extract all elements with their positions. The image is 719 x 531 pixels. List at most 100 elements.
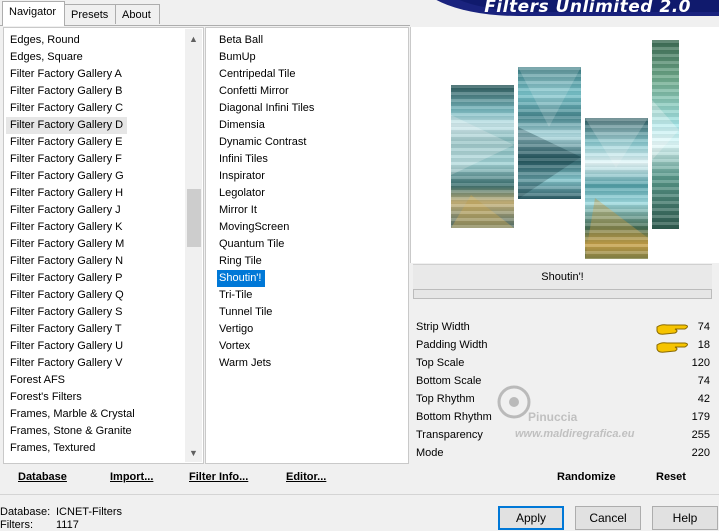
preview-strip-4	[652, 40, 679, 229]
parameter-value: 74	[697, 321, 710, 333]
filter-item[interactable]: Inspirator	[219, 168, 265, 185]
parameter-label: Strip Width	[416, 321, 470, 333]
category-list[interactable]: Edges, Round Edges, Square Filter Factory …	[3, 27, 204, 464]
filter-item[interactable]: Infini Tiles	[219, 151, 268, 168]
parameter-label: Top Scale	[416, 357, 465, 369]
category-item[interactable]: Frames, Marble & Crystal	[10, 406, 135, 423]
parameter-value: 220	[691, 447, 710, 459]
filter-item[interactable]: Centripedal Tile	[219, 66, 295, 83]
filter-item[interactable]: Quantum Tile	[219, 236, 284, 253]
parameter-value: 18	[697, 339, 710, 351]
parameter-row[interactable]: Top Scale 120	[414, 354, 712, 372]
tab-about[interactable]: About	[115, 4, 160, 24]
category-item[interactable]: Filter Factory Gallery D	[6, 117, 128, 134]
editor-button[interactable]: Editor...	[286, 471, 326, 483]
category-item[interactable]: Filter Factory Gallery U	[10, 338, 123, 355]
parameter-label: Bottom Scale	[416, 375, 482, 387]
database-button[interactable]: Database	[18, 471, 67, 483]
category-item[interactable]: Filter Factory Gallery Q	[10, 287, 124, 304]
category-item[interactable]: Filter Factory Gallery V	[10, 355, 122, 372]
scroll-up-icon[interactable]: ▲	[185, 31, 202, 47]
filter-item[interactable]: Beta Ball	[219, 32, 263, 49]
parameter-label: Top Rhythm	[416, 393, 475, 405]
category-item[interactable]: Filter Factory Gallery A	[10, 66, 122, 83]
watermark-name: Pinuccia	[528, 410, 578, 424]
category-item[interactable]: Frames, Textured	[10, 440, 95, 457]
preview-strip-3	[585, 118, 648, 259]
parameter-value: 120	[691, 357, 710, 369]
filter-info-button[interactable]: Filter Info...	[189, 471, 248, 483]
preview-strip-2	[518, 67, 581, 199]
category-item[interactable]: Forest's Filters	[10, 389, 82, 406]
status-database-value: ICNET-Filters	[56, 506, 122, 518]
preview-strip-1	[451, 85, 514, 228]
filter-item[interactable]: Dimensia	[219, 117, 265, 134]
parameter-value: 255	[691, 429, 710, 441]
status-divider	[0, 494, 719, 495]
parameter-label: Mode	[416, 447, 444, 459]
import-button[interactable]: Import...	[110, 471, 153, 483]
preview-filter-name: Shoutin'!	[541, 271, 584, 283]
category-item[interactable]: Filter Factory Gallery G	[10, 168, 124, 185]
tab-strip: Navigator Presets About	[0, 0, 420, 26]
filter-name-bar: Shoutin'!	[413, 264, 712, 290]
filter-item[interactable]: Legolator	[219, 185, 265, 202]
parameter-label: Bottom Rhythm	[416, 411, 492, 423]
parameter-value: 74	[697, 375, 710, 387]
filter-item[interactable]: Confetti Mirror	[219, 83, 289, 100]
category-item[interactable]: Filter Factory Gallery B	[10, 83, 122, 100]
category-item[interactable]: Filter Factory Gallery E	[10, 134, 122, 151]
tab-presets[interactable]: Presets	[64, 4, 116, 24]
filter-item[interactable]: Tunnel Tile	[219, 304, 272, 321]
category-item[interactable]: Edges, Round	[10, 32, 80, 49]
parameter-row[interactable]: Mode 220	[414, 444, 712, 462]
help-button[interactable]: Help	[652, 506, 718, 530]
filter-item[interactable]: Ring Tile	[219, 253, 262, 270]
filter-item[interactable]: Dynamic Contrast	[219, 134, 306, 151]
apply-button[interactable]: Apply	[498, 506, 564, 530]
parameter-row[interactable]: Bottom Scale 74	[414, 372, 712, 390]
preview-panel	[410, 27, 719, 263]
status-filters-label: Filters:	[0, 519, 33, 531]
filter-item[interactable]: BumUp	[219, 49, 256, 66]
category-item[interactable]: Filter Factory Gallery P	[10, 270, 122, 287]
scroll-down-icon[interactable]: ▼	[185, 445, 202, 461]
filter-item[interactable]: MovingScreen	[219, 219, 289, 236]
app-banner: Filters Unlimited 2.0	[418, 0, 719, 17]
filter-list[interactable]: Beta Ball BumUp Centripedal Tile Confetti M…	[205, 27, 409, 464]
parameter-label: Padding Width	[416, 339, 488, 351]
filter-item[interactable]: Warm Jets	[219, 355, 271, 372]
filter-item[interactable]: Mirror It	[219, 202, 257, 219]
filter-item[interactable]: Diagonal Infini Tiles	[219, 100, 314, 117]
category-item[interactable]: Frames, Stone & Granite	[10, 423, 132, 440]
category-item[interactable]: Filter Factory Gallery J	[10, 202, 121, 219]
cancel-button[interactable]: Cancel	[575, 506, 641, 530]
tab-navigator[interactable]: Navigator	[2, 1, 65, 26]
pointing-hand-icon	[655, 341, 691, 355]
category-item[interactable]: Filter Factory Gallery N	[10, 253, 123, 270]
status-filters-value: 1117	[56, 519, 79, 531]
category-item[interactable]: Edges, Square	[10, 49, 83, 66]
parameter-label: Transparency	[416, 429, 483, 441]
filter-item[interactable]: Tri-Tile	[219, 287, 252, 304]
category-item[interactable]: Filter Factory Gallery H	[10, 185, 123, 202]
parameter-row[interactable]: Top Rhythm 42	[414, 390, 712, 408]
category-scroll-thumb[interactable]	[187, 189, 201, 247]
randomize-button[interactable]: Randomize	[557, 471, 616, 483]
reset-button[interactable]: Reset	[656, 471, 686, 483]
category-item[interactable]: Filter Factory Gallery S	[10, 304, 122, 321]
progress-bar	[413, 289, 712, 299]
category-item[interactable]: Filter Factory Gallery K	[10, 219, 122, 236]
category-item[interactable]: Filter Factory Gallery C	[10, 100, 123, 117]
pointing-hand-icon	[655, 323, 691, 337]
category-item[interactable]: Filter Factory Gallery T	[10, 321, 122, 338]
filter-item[interactable]: Vertigo	[219, 321, 253, 338]
filter-item[interactable]: Shoutin'!	[217, 270, 266, 287]
filter-item[interactable]: Vortex	[219, 338, 250, 355]
category-scrollbar[interactable]: ▲ ▼	[185, 29, 202, 462]
category-item[interactable]: Filter Factory Gallery F	[10, 151, 122, 168]
watermark-url: www.maldiregrafica.eu	[515, 428, 635, 440]
category-item[interactable]: Forest AFS	[10, 372, 65, 389]
category-item[interactable]: Filter Factory Gallery M	[10, 236, 124, 253]
banner-title: Filters Unlimited 2.0	[484, 0, 691, 17]
